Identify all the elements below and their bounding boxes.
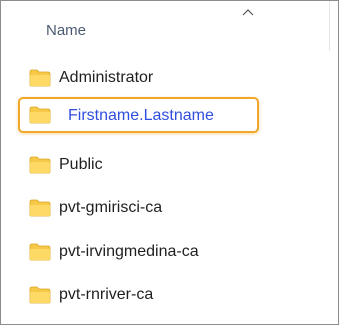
folder-icon: [29, 199, 51, 217]
column-divider: [329, 1, 330, 51]
folder-row-firstname-lastname[interactable]: Firstname.Lastname: [18, 97, 259, 133]
folder-row-pvt-gmirisci-ca[interactable]: pvt-gmirisci-ca: [21, 193, 321, 223]
folder-icon: [29, 69, 51, 87]
column-name-header[interactable]: Name: [46, 22, 86, 39]
folder-icon: [29, 106, 51, 124]
folder-label: Administrator: [59, 69, 154, 86]
folder-row-pvt-rnriver-ca[interactable]: pvt-rnriver-ca: [21, 280, 321, 310]
folder-row-public[interactable]: Public: [21, 150, 321, 180]
folder-icon: [29, 286, 51, 304]
folder-label: pvt-rnriver-ca: [59, 286, 154, 303]
folder-label: Public: [59, 156, 103, 173]
folder-icon: [29, 243, 51, 261]
folder-label: pvt-gmirisci-ca: [59, 199, 163, 216]
folder-label: Firstname.Lastname: [68, 107, 214, 124]
folder-row-pvt-irvingmedina-ca[interactable]: pvt-irvingmedina-ca: [21, 237, 321, 267]
column-header: Name: [1, 1, 338, 51]
folder-icon: [29, 156, 51, 174]
folder-label: pvt-irvingmedina-ca: [59, 243, 199, 260]
file-explorer-panel: Name Administrator Firstname.Lastname Pu…: [0, 0, 339, 325]
chevron-up-icon[interactable]: [241, 7, 255, 17]
folder-row-administrator[interactable]: Administrator: [21, 63, 321, 93]
